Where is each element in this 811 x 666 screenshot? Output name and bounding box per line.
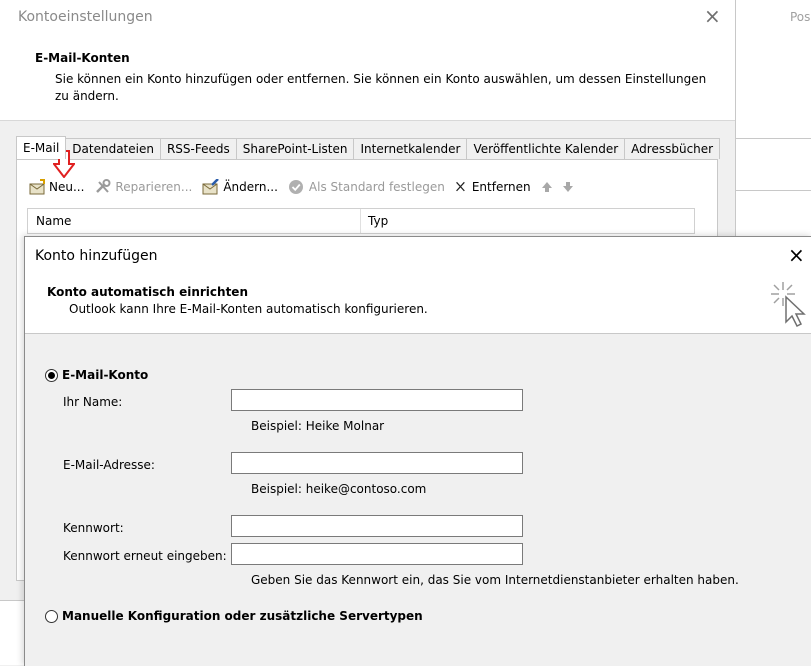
set-default-label: Als Standard festlegen bbox=[308, 180, 445, 194]
email-hint: Beispiel: heike@contoso.com bbox=[251, 482, 427, 496]
email-account-option-label: E-Mail-Konto bbox=[62, 368, 149, 382]
tab-sharepoint-lists[interactable]: SharePoint-Listen bbox=[235, 138, 355, 159]
accounts-toolbar: Neu... Reparieren... Ändern... Als Stand… bbox=[28, 176, 587, 198]
background-text: Pos bbox=[790, 10, 811, 24]
account-settings-header: E-Mail-Konten Sie können ein Konto hinzu… bbox=[0, 34, 735, 121]
account-settings-close-button[interactable]: × bbox=[704, 6, 721, 26]
arrow-up-icon bbox=[541, 182, 552, 192]
email-input[interactable] bbox=[231, 452, 523, 474]
password-label: Kennwort: bbox=[63, 521, 124, 535]
change-account-icon bbox=[202, 179, 220, 195]
tab-data-files[interactable]: Datendateien bbox=[65, 138, 161, 159]
email-accounts-description: Sie können ein Konto hinzufügen oder ent… bbox=[55, 72, 707, 103]
repair-tools-icon bbox=[96, 179, 111, 193]
add-account-header: Konto automatisch einrichten Outlook kan… bbox=[25, 275, 811, 334]
close-x-icon bbox=[455, 181, 465, 192]
remove-account-label: Entfernen bbox=[471, 180, 531, 194]
new-account-icon bbox=[29, 179, 45, 195]
email-account-option[interactable]: E-Mail-Konto bbox=[45, 368, 148, 382]
column-header-name[interactable]: Name bbox=[36, 214, 71, 228]
password-input[interactable] bbox=[231, 515, 523, 537]
password-repeat-input[interactable] bbox=[231, 543, 523, 565]
new-account-button[interactable]: Neu... bbox=[28, 179, 84, 195]
manual-config-radio[interactable] bbox=[45, 609, 58, 623]
email-account-radio[interactable] bbox=[45, 368, 58, 382]
move-down-button[interactable] bbox=[562, 181, 577, 193]
name-hint: Beispiel: Heike Molnar bbox=[251, 419, 385, 433]
tab-internet-calendars[interactable]: Internetkalender bbox=[353, 138, 468, 159]
move-up-button[interactable] bbox=[541, 181, 556, 193]
add-account-close-button[interactable]: × bbox=[788, 245, 805, 265]
account-settings-titlebar: Kontoeinstellungen × bbox=[0, 0, 735, 34]
change-account-label: Ändern... bbox=[223, 180, 278, 194]
set-default-button[interactable]: Als Standard festlegen bbox=[288, 179, 445, 195]
arrow-down-icon bbox=[562, 182, 573, 192]
manual-config-option-label: Manuelle Konfiguration oder zusätzliche … bbox=[62, 609, 423, 623]
column-separator bbox=[360, 209, 361, 233]
background-divider bbox=[736, 138, 811, 139]
repair-button[interactable]: Reparieren... bbox=[94, 179, 192, 195]
add-account-titlebar: Konto hinzufügen × bbox=[25, 237, 811, 275]
password-repeat-label: Kennwort erneut eingeben: bbox=[63, 549, 227, 563]
magic-cursor-icon bbox=[771, 282, 806, 328]
add-account-title: Konto hinzufügen bbox=[35, 248, 158, 264]
remove-account-button[interactable]: Entfernen bbox=[455, 179, 531, 195]
tab-email[interactable]: E-Mail bbox=[16, 136, 67, 159]
background-divider bbox=[736, 190, 811, 191]
tab-rss-feeds[interactable]: RSS-Feeds bbox=[159, 138, 237, 159]
auto-setup-description: Outlook kann Ihre E-Mail-Konten automati… bbox=[69, 302, 428, 316]
change-account-button[interactable]: Ändern... bbox=[202, 179, 278, 195]
tab-published-calendars[interactable]: Veröffentlichte Kalender bbox=[466, 138, 626, 159]
tab-strip: E-Mail Datendateien RSS-Feeds SharePoint… bbox=[16, 136, 721, 159]
new-account-label: Neu... bbox=[49, 180, 85, 194]
manual-config-option[interactable]: Manuelle Konfiguration oder zusätzliche … bbox=[45, 609, 423, 623]
name-label: Ihr Name: bbox=[63, 395, 123, 409]
tab-address-books[interactable]: Adressbücher bbox=[624, 138, 721, 159]
name-input[interactable] bbox=[231, 389, 523, 411]
column-header-type[interactable]: Typ bbox=[368, 214, 388, 228]
auto-setup-heading: Konto automatisch einrichten bbox=[47, 285, 248, 299]
repair-label: Reparieren... bbox=[115, 180, 193, 194]
email-accounts-heading: E-Mail-Konten bbox=[35, 51, 130, 65]
add-account-dialog: Konto hinzufügen × Konto automatisch ein… bbox=[24, 236, 811, 666]
accounts-list-header: Name Typ bbox=[27, 208, 695, 234]
checkmark-circle-icon bbox=[288, 180, 303, 194]
account-settings-title: Kontoeinstellungen bbox=[18, 9, 153, 25]
password-hint: Geben Sie das Kennwort ein, das Sie vom … bbox=[251, 573, 739, 587]
email-label: E-Mail-Adresse: bbox=[63, 458, 155, 472]
